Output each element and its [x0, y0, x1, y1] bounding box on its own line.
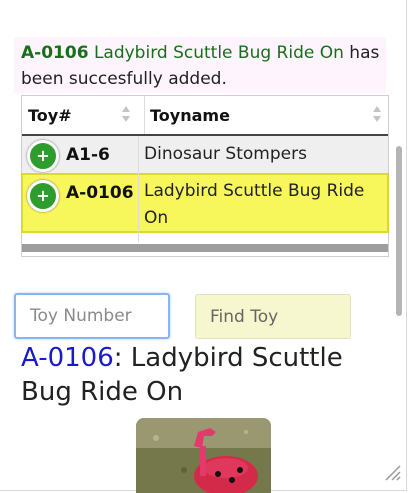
column-divider — [138, 136, 139, 242]
toy-number-input[interactable] — [14, 293, 170, 339]
plus-circle-icon[interactable]: + — [27, 180, 59, 212]
toy-table: Toy# Toyname + A1-6 Dinosaur Stompers + … — [21, 95, 389, 257]
table-header: Toy# Toyname — [22, 96, 388, 136]
sort-arrows-icon[interactable] — [373, 106, 381, 124]
find-toy-button[interactable]: Find Toy — [195, 294, 351, 339]
scrollbar-thumb[interactable] — [396, 146, 402, 316]
column-header-label: Toyname — [150, 106, 230, 125]
table-row[interactable]: + A1-6 Dinosaur Stompers — [22, 136, 388, 174]
notice-toy-name: Ladybird Scuttle Bug Ride On — [93, 43, 344, 63]
resize-grip-icon[interactable] — [380, 460, 402, 482]
toy-number-cell: A-0106 — [66, 183, 134, 203]
column-header-toy-number[interactable]: Toy# — [28, 96, 136, 134]
toy-name-cell: Ladybird Scuttle Bug Ride On — [144, 181, 365, 228]
result-title: A-0106: Ladybird Scuttle Bug Ride On — [21, 341, 381, 409]
toy-name-cell: Dinosaur Stompers — [144, 144, 307, 164]
notice-toy-id: A-0106 — [21, 43, 89, 63]
column-header-label: Toy# — [28, 106, 72, 125]
table-row-selected[interactable]: + A-0106 Ladybird Scuttle Bug Ride On — [21, 173, 389, 233]
sort-arrows-icon[interactable] — [122, 106, 130, 124]
result-toy-id-link[interactable]: A-0106 — [21, 343, 114, 373]
plus-circle-icon[interactable]: + — [27, 140, 59, 172]
column-header-toy-name[interactable]: Toyname — [144, 96, 381, 134]
table-horizontal-scrollbar[interactable] — [22, 244, 388, 252]
toy-number-cell: A1-6 — [66, 145, 110, 165]
toy-photo — [136, 418, 271, 493]
app-frame: A-0106 Ladybird Scuttle Bug Ride On has … — [0, 0, 407, 493]
result-separator: : — [113, 343, 123, 373]
success-notice-text: A-0106 Ladybird Scuttle Bug Ride On has … — [21, 40, 383, 92]
